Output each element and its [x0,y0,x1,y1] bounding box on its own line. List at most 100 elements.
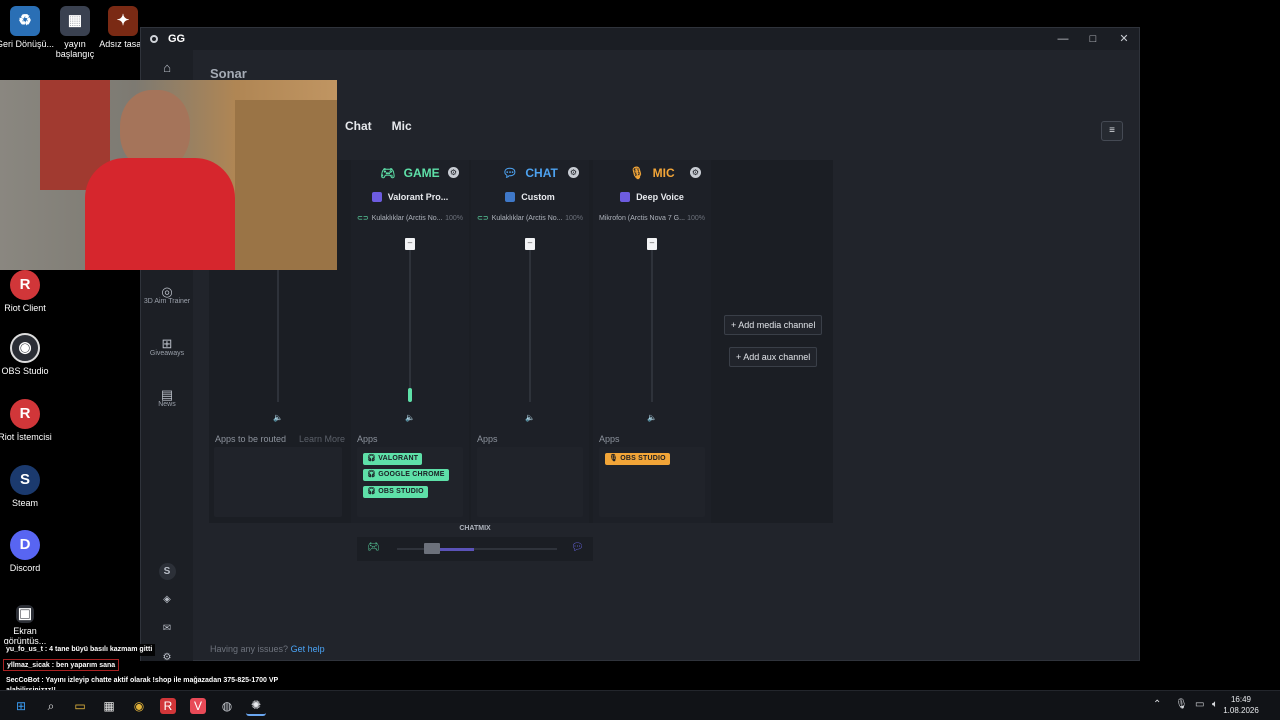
get-help-link[interactable]: Get help [291,644,325,654]
chatmix-knob[interactable] [424,543,440,554]
page-title: Sonar [210,66,247,81]
maximize-button[interactable]: □ [1085,31,1101,47]
chatmix-track[interactable] [397,548,557,550]
mic-input-device[interactable]: Mikrofon (Arctis Nova 7 G... 100% [593,210,711,226]
obs-button[interactable]: ◍ [217,696,237,716]
sidebar-item-3d-aim-trainer[interactable]: ◎ 3D Aim Trainer [141,284,193,306]
home-icon: ⌂ [163,60,171,75]
mic-settings-icon[interactable]: ⚙ [690,167,701,178]
apps-to-route-label: Apps to be routed [215,434,287,444]
obs-studio-shortcut[interactable]: ◉ OBS Studio [0,333,55,376]
file-explorer-button[interactable]: ▭ [70,696,90,716]
recycle-bin-icon: ♻ [10,6,40,36]
microphone-tray-icon[interactable]: 🎙︎ [1175,699,1188,710]
profile-button[interactable]: S [141,563,193,582]
mic-apps-label: Apps [599,434,620,444]
sidebar-item-giveaways[interactable]: ⊞ Giveaways [141,336,193,358]
chat-message: yllmaz_sicak : ben yaparım sana [3,659,120,671]
channel-game: 🎮︎ GAME ⚙ Valorant Pro... ⊂⊃ Kulaklıklar… [351,160,469,523]
game-output-device[interactable]: ⊂⊃ Kulaklıklar (Arctis No... 100% [351,210,469,226]
steelseries-logo-icon [150,35,158,43]
app-tag-obs-studio-mic[interactable]: 🎙︎ OBS STUDIO [605,453,670,465]
discord-icon: D [10,530,40,560]
chat-apps-label: Apps [477,434,498,444]
riot-client-shortcut[interactable]: R Riot Client [0,270,55,313]
wooden-cabinet [235,100,337,270]
video-file-icon: ▦ [60,6,90,36]
sidebar-item-news[interactable]: ▤ News [141,387,193,409]
steelseries-gg-button[interactable]: ✺ [246,696,266,716]
link-icon: ⊂⊃ [477,215,489,222]
chrome-button[interactable]: ◉ [129,696,149,716]
channel-chat: 💬︎ CHAT ⚙ Custom ⊂⊃ Kulaklıklar (Arctis … [471,160,589,523]
link-icon: ⊂⊃ [357,215,369,222]
feedback-icon: ✉ [162,623,172,634]
app-tag-google-chrome[interactable]: 🎧︎ GOOGLE CHROME [363,469,449,481]
clock[interactable]: 16:49 1.08.2026 [1218,694,1264,716]
design-file-icon: ✦ [108,6,138,36]
minimize-button[interactable]: — [1055,31,1071,47]
add-media-channel-button[interactable]: + Add media channel [724,315,823,335]
help-footer: Having any issues? Get help [210,644,325,654]
mic-volume-track[interactable] [651,240,653,402]
game-settings-icon[interactable]: ⚙ [448,167,459,178]
mic-mute-button[interactable]: 🔈 [645,411,659,425]
game-volume-knob[interactable]: – [405,238,415,250]
gamepad-icon: 🎮︎ [367,542,380,553]
title-bar: GG — □ ✕ [141,28,1139,50]
valorant-button[interactable]: V [190,698,206,714]
learn-more-link[interactable]: Learn More [299,434,345,444]
store-button[interactable]: ▦ [99,696,119,716]
chat-settings-icon[interactable]: ⚙ [568,167,579,178]
preset-icon [505,192,516,202]
chat-preset-select[interactable]: Custom [471,188,589,206]
master-mute-button[interactable]: 🔈 [271,411,285,425]
steam-shortcut[interactable]: S Steam [0,465,55,508]
monitor-tray-icon[interactable]: ▭ [1195,699,1204,710]
search-button[interactable]: ⌕ [41,696,61,716]
chat-volume-knob[interactable]: – [525,238,535,250]
sidebar-item-home[interactable]: ⌂ [141,60,193,75]
discord-shortcut[interactable]: D Discord [0,530,55,573]
chatmix: CHATMIX 🎮︎ 💬︎ [357,525,593,585]
chat-mute-button[interactable]: 🔈 [523,411,537,425]
menu-button[interactable]: ≡ [1101,121,1123,141]
aim-icon: ◎ [161,284,173,299]
chat-bubble-icon: 💬︎ [571,542,584,553]
riot-client-button[interactable]: R [160,698,176,714]
ekran-goruntusu-shortcut[interactable]: ▣ Ekran görüntüs... [0,605,55,646]
close-button[interactable]: ✕ [1116,31,1132,47]
app-tag-valorant[interactable]: 🎧︎ VALORANT [363,453,423,465]
preset-icon [620,192,631,202]
person-shirt [85,158,235,270]
news-icon: ▤ [160,387,174,402]
start-button[interactable]: ⊞ [11,696,31,716]
tray-chevron-icon[interactable]: ⌃ [1153,699,1161,710]
add-aux-channel-button[interactable]: + Add aux channel [729,347,818,367]
discord-button[interactable]: ◈ [141,594,193,606]
add-channel-column: + Add media channel + Add aux channel [715,160,833,523]
taskbar: ⊞ ⌕ ▭ ▦ ◉ R V ◍ ✺ ⌃ 🎙︎ ▭ 🔈︎ 16:49 1.08.2… [0,690,1280,720]
chat-output-device[interactable]: ⊂⊃ Kulaklıklar (Arctis No... 100% [471,210,589,226]
tab-mic[interactable]: Mic [392,119,412,133]
game-mute-button[interactable]: 🔈 [403,411,417,425]
obs-icon: ◉ [10,333,40,363]
chat-volume-track[interactable] [529,240,531,402]
chat-message: yu_fo_us_t : 4 tane büyü basılı kazmam g… [3,644,156,656]
feedback-button[interactable]: ✉ [141,623,193,635]
steam-icon: S [10,465,40,495]
gamepad-icon: 🎮︎ [380,165,396,180]
app-tag-obs-studio[interactable]: 🎧︎ OBS STUDIO [363,486,428,498]
mic-volume-knob[interactable]: – [647,238,657,250]
discord-icon: ◈ [163,594,171,605]
preset-icon [371,192,382,202]
window-title: GG [168,33,186,45]
riot-client-icon: R [10,270,40,300]
riot-istemcisi-shortcut[interactable]: R Riot İstemcisi [0,399,55,442]
game-preset-select[interactable]: Valorant Pro... [351,188,469,206]
tab-chat[interactable]: Chat [345,119,372,133]
game-volume-track[interactable] [409,240,411,402]
mic-preset-select[interactable]: Deep Voice [593,188,711,206]
game-apps-label: Apps [357,434,378,444]
gift-icon: ⊞ [161,336,173,351]
